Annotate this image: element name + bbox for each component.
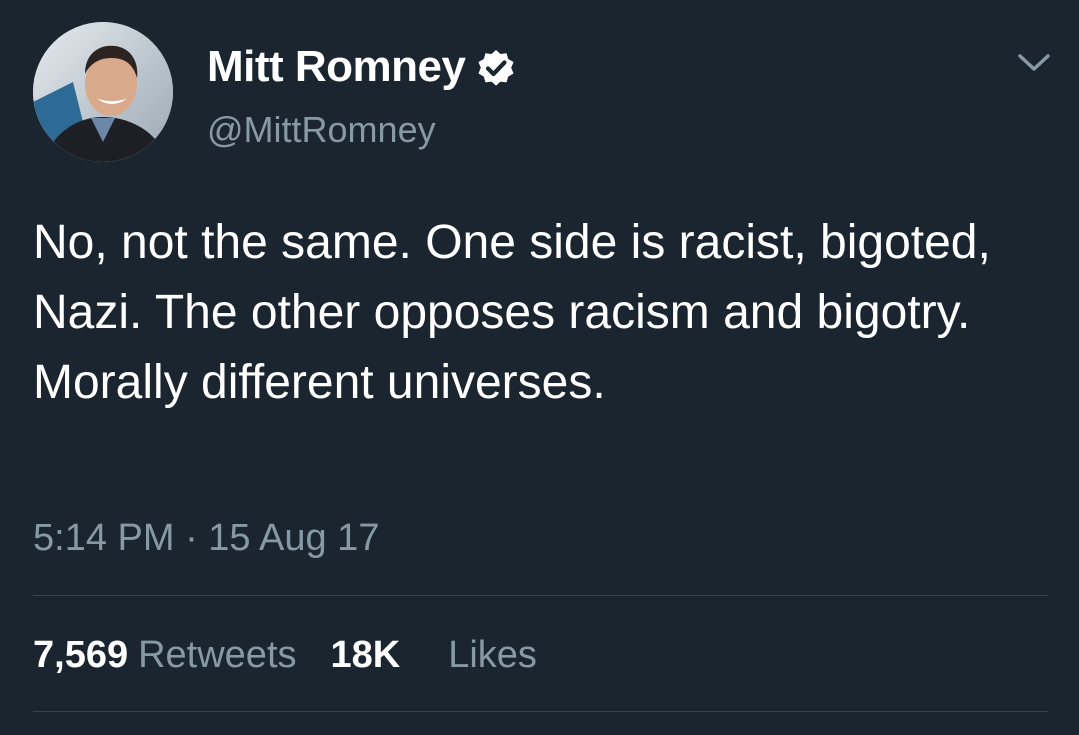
chevron-down-icon[interactable] [1014,48,1054,78]
likes-stat[interactable]: 18K Likes [331,632,537,678]
author-name-text: Mitt Romney [207,42,466,91]
author-display-name[interactable]: Mitt Romney [207,40,516,94]
author-handle[interactable]: @MittRomney [207,108,436,152]
likes-label: Likes [448,634,537,676]
divider [33,711,1048,712]
tweet-stats: 7,569 Retweets 18K Likes [33,632,537,678]
retweets-count: 7,569 [33,634,129,676]
avatar[interactable] [33,22,173,162]
verified-badge-icon [476,47,516,87]
retweets-label: Retweets [138,634,297,676]
retweets-stat[interactable]: 7,569 Retweets [33,632,297,678]
tweet-timestamp[interactable]: 5:14 PM · 15 Aug 17 [33,515,379,561]
likes-count: 18K [330,634,401,676]
divider [33,595,1048,596]
profile-photo-icon [33,22,173,162]
tweet-text: No, not the same. One side is racist, bi… [33,216,991,409]
